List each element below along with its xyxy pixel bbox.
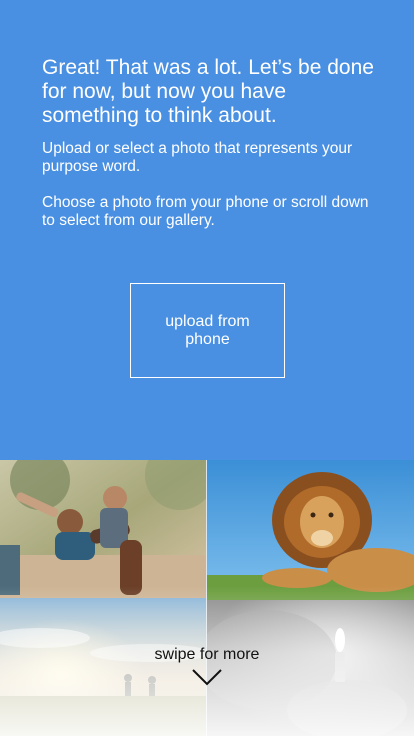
instruction-text-secondary: Choose a photo from your phone or scroll… <box>42 194 369 229</box>
upload-from-phone-button[interactable]: upload from phone <box>130 283 285 378</box>
chevron-down-icon <box>192 669 222 686</box>
intro-section: Great! That was a lot. Let’s be done for… <box>0 0 414 460</box>
lion-photo[interactable] <box>207 460 414 600</box>
family-photo[interactable] <box>0 460 206 598</box>
swipe-label: swipe for more <box>154 646 260 663</box>
photo-gallery <box>0 460 414 736</box>
page-headline: Great! That was a lot. Let’s be done for… <box>42 56 374 127</box>
instruction-text: Upload or select a photo that represents… <box>42 140 353 175</box>
swipe-for-more[interactable]: swipe for more <box>0 646 414 686</box>
